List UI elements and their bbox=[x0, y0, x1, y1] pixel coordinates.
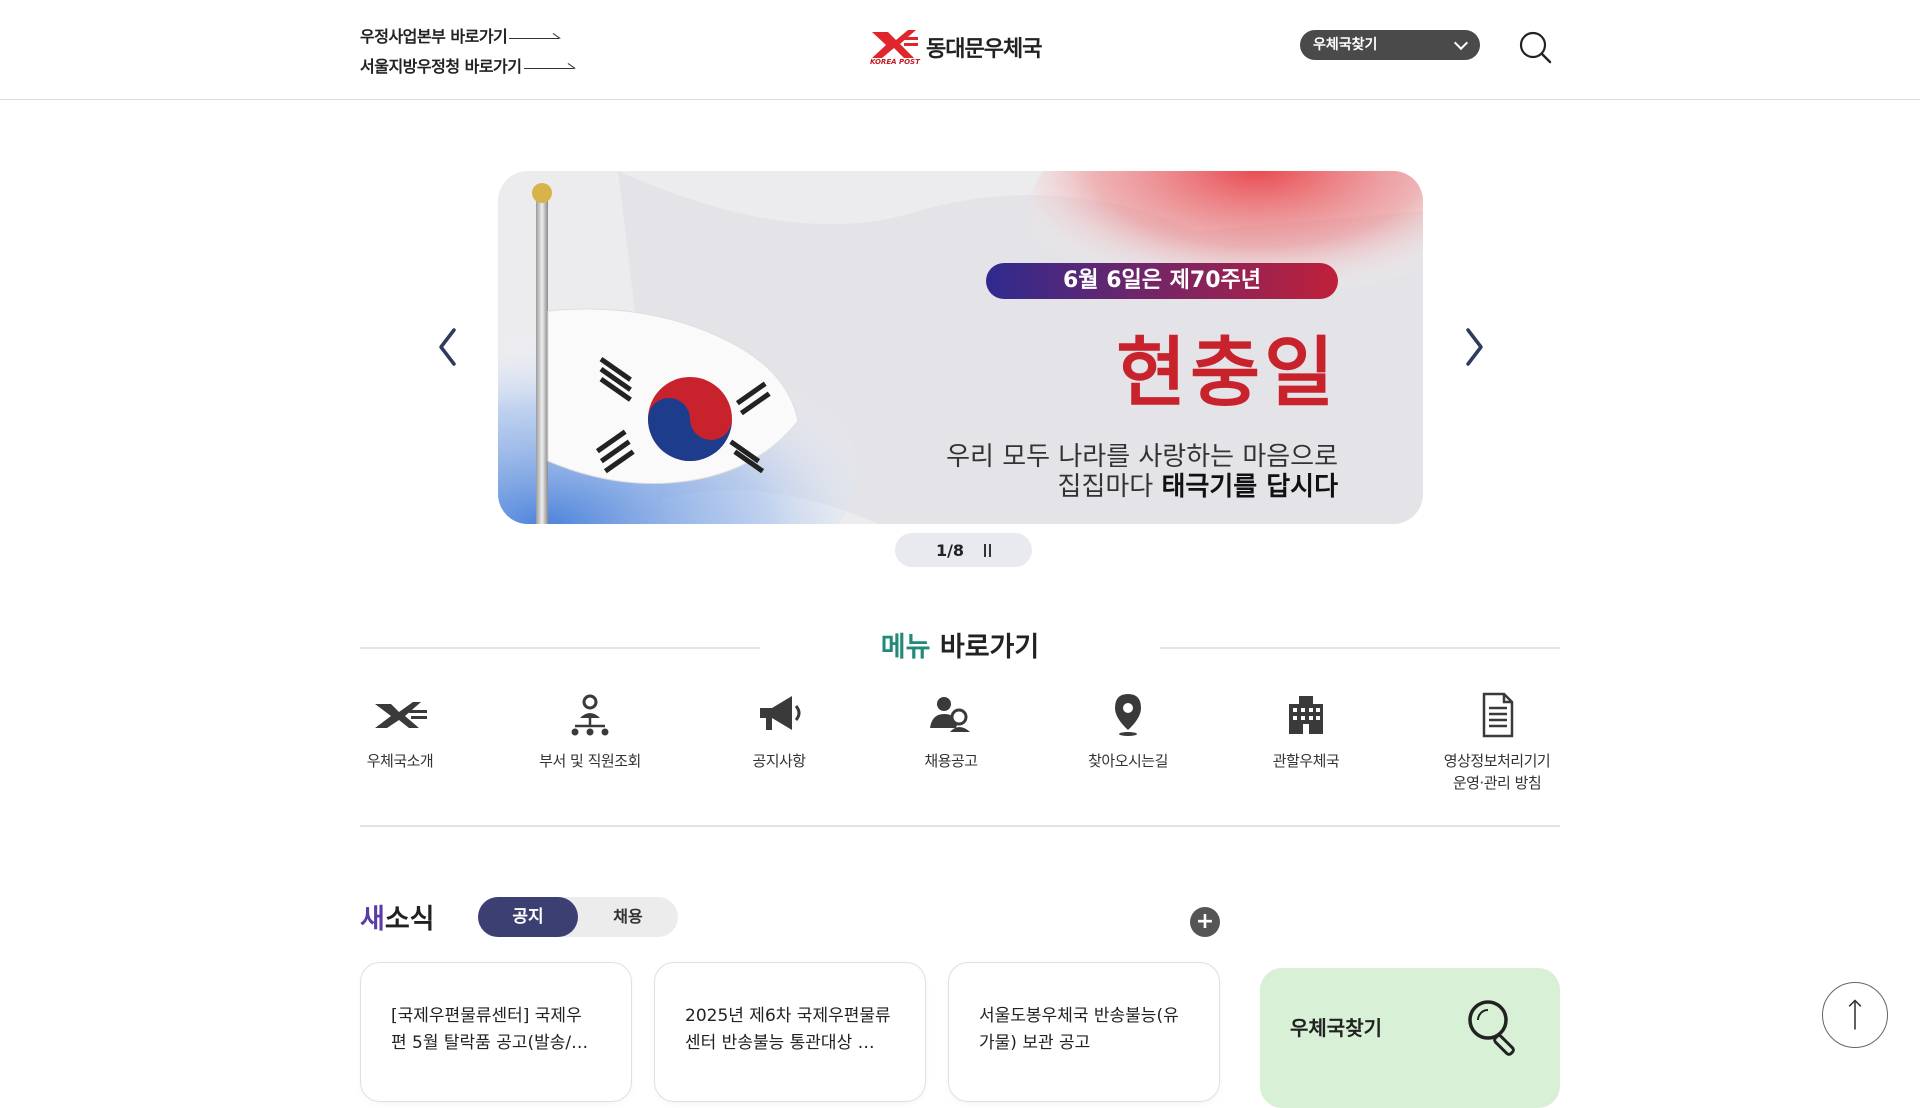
banner-line-2-bold: 태극기를 답시다 bbox=[1161, 472, 1339, 502]
menu-shortcut-heading: 메뉴 바로가기 bbox=[360, 625, 1560, 665]
arrow-right-icon bbox=[509, 29, 560, 41]
chevron-down-icon bbox=[1453, 35, 1469, 51]
quick-links: 우정사업본부 바로가기 서울지방우정청 바로가기 bbox=[360, 20, 574, 80]
banner-headline: 현충일 bbox=[1116, 328, 1338, 417]
menu-item-notices[interactable]: 공지사항 bbox=[738, 690, 820, 772]
location-pin-icon bbox=[1115, 694, 1141, 736]
link-seoul-regional-office[interactable]: 서울지방우정청 바로가기 bbox=[360, 50, 574, 80]
chevron-left-icon[interactable] bbox=[436, 326, 460, 368]
heading-text: 메뉴 바로가기 bbox=[360, 625, 1560, 664]
menu-item-label: 관할우체국 bbox=[1272, 752, 1340, 770]
recruit-icon bbox=[930, 697, 970, 732]
chevron-right-icon[interactable] bbox=[1462, 326, 1486, 368]
menu-item-cctv-policy[interactable]: 영상정보처리기기 운영·관리 방침 bbox=[1434, 690, 1560, 794]
magnifier-icon bbox=[1468, 1000, 1515, 1056]
link-postal-business-hq[interactable]: 우정사업본부 바로가기 bbox=[360, 20, 574, 50]
office-finder-select[interactable]: 우체국찾기 bbox=[1300, 30, 1480, 60]
menu-item-label-line2: 운영·관리 방침 bbox=[1452, 774, 1542, 792]
news-card-title-line2: 편 5월 탈락품 공고(발송/… bbox=[391, 1033, 589, 1053]
tab-recruit[interactable]: 채용 bbox=[578, 897, 678, 937]
banner-badge-text: 6월 6일은 제70주년 bbox=[1063, 268, 1261, 293]
korea-post-icon bbox=[375, 702, 427, 728]
news-card-title-line2: 가물) 보관 공고 bbox=[979, 1033, 1091, 1053]
pause-icon[interactable] bbox=[984, 543, 992, 557]
more-news-button[interactable]: + bbox=[1190, 907, 1220, 937]
menu-item-directions[interactable]: 찾아오시는길 bbox=[1080, 690, 1176, 772]
menu-item-label: 찾아오시는길 bbox=[1088, 752, 1168, 770]
search-icon[interactable] bbox=[1518, 30, 1552, 64]
news-section-title: 새소식 bbox=[360, 897, 435, 936]
site-header: 우정사업본부 바로가기 서울지방우정청 바로가기 동대문우체국 KOREA PO… bbox=[0, 0, 1920, 100]
menu-item-label: 영상정보처리기기 bbox=[1443, 752, 1551, 770]
menu-item-jurisdiction-offices[interactable]: 관할우체국 bbox=[1265, 690, 1347, 772]
menu-item-recruitment[interactable]: 채용공고 bbox=[910, 690, 992, 772]
heading-rest: 바로가기 bbox=[939, 632, 1040, 663]
heading-accent: 메뉴 bbox=[880, 632, 931, 663]
logo-subtitle: KOREA POST bbox=[870, 58, 920, 66]
news-title-accent: 새 bbox=[360, 904, 385, 935]
news-card[interactable]: 2025년 제6차 국제우편물류 센터 반송불능 통관대상 … bbox=[654, 962, 926, 1102]
link-label: 우정사업본부 바로가기 bbox=[360, 27, 508, 46]
banner-line-2: 집집마다 태극기를 답시다 bbox=[838, 466, 1338, 503]
news-card[interactable]: 서울도봉우체국 반송불능(유 가물) 보관 공고 bbox=[948, 962, 1220, 1102]
news-card-title-line2: 센터 반송불능 통관대상 … bbox=[685, 1033, 875, 1053]
building-icon bbox=[1289, 696, 1323, 734]
menu-item-label: 공지사항 bbox=[752, 752, 806, 770]
find-post-office-card[interactable]: 우체국찾기 bbox=[1260, 968, 1560, 1108]
tab-notice[interactable]: 공지 bbox=[478, 897, 578, 937]
menu-item-label: 우체국소개 bbox=[366, 752, 434, 770]
section-divider bbox=[360, 825, 1560, 827]
slide-pager: 1/8 bbox=[895, 533, 1032, 567]
link-label: 서울지방우정청 바로가기 bbox=[360, 57, 522, 76]
arrow-right-icon bbox=[523, 59, 574, 71]
menu-item-department-staff[interactable]: 부서 및 직원조회 bbox=[528, 690, 652, 772]
news-card-title-line1: [국제우편물류센터] 국제우 bbox=[391, 1006, 582, 1026]
org-chart-icon bbox=[571, 694, 609, 736]
site-logo[interactable]: 동대문우체국 KOREA POST bbox=[868, 28, 1042, 66]
menu-item-post-office-intro[interactable]: 우체국소개 bbox=[360, 690, 440, 772]
menu-item-label: 채용공고 bbox=[924, 752, 978, 770]
news-title-rest: 소식 bbox=[384, 904, 435, 935]
slide-counter: 1/8 bbox=[935, 540, 965, 560]
menu-item-label: 부서 및 직원조회 bbox=[539, 752, 641, 770]
scroll-to-top-button[interactable] bbox=[1822, 982, 1888, 1048]
banner-line-2-pre: 집집마다 bbox=[1057, 472, 1154, 502]
main-banner-slide[interactable]: 6월 6일은 제70주년 현충일 우리 모두 나라를 사랑하는 마음으로 집집마… bbox=[498, 171, 1423, 524]
news-tabs: 공지 채용 bbox=[478, 897, 678, 937]
megaphone-icon bbox=[760, 696, 801, 730]
select-value: 우체국찾기 bbox=[1313, 37, 1378, 53]
logo-title: 동대문우체국 bbox=[926, 37, 1042, 62]
news-card-title-line1: 서울도봉우체국 반송불능(유 bbox=[979, 1006, 1179, 1026]
document-icon bbox=[1482, 692, 1514, 738]
news-card[interactable]: [국제우편물류센터] 국제우 편 5월 탈락품 공고(발송/… bbox=[360, 962, 632, 1102]
find-card-label: 우체국찾기 bbox=[1290, 1016, 1382, 1040]
news-card-title-line1: 2025년 제6차 국제우편물류 bbox=[685, 1006, 891, 1026]
